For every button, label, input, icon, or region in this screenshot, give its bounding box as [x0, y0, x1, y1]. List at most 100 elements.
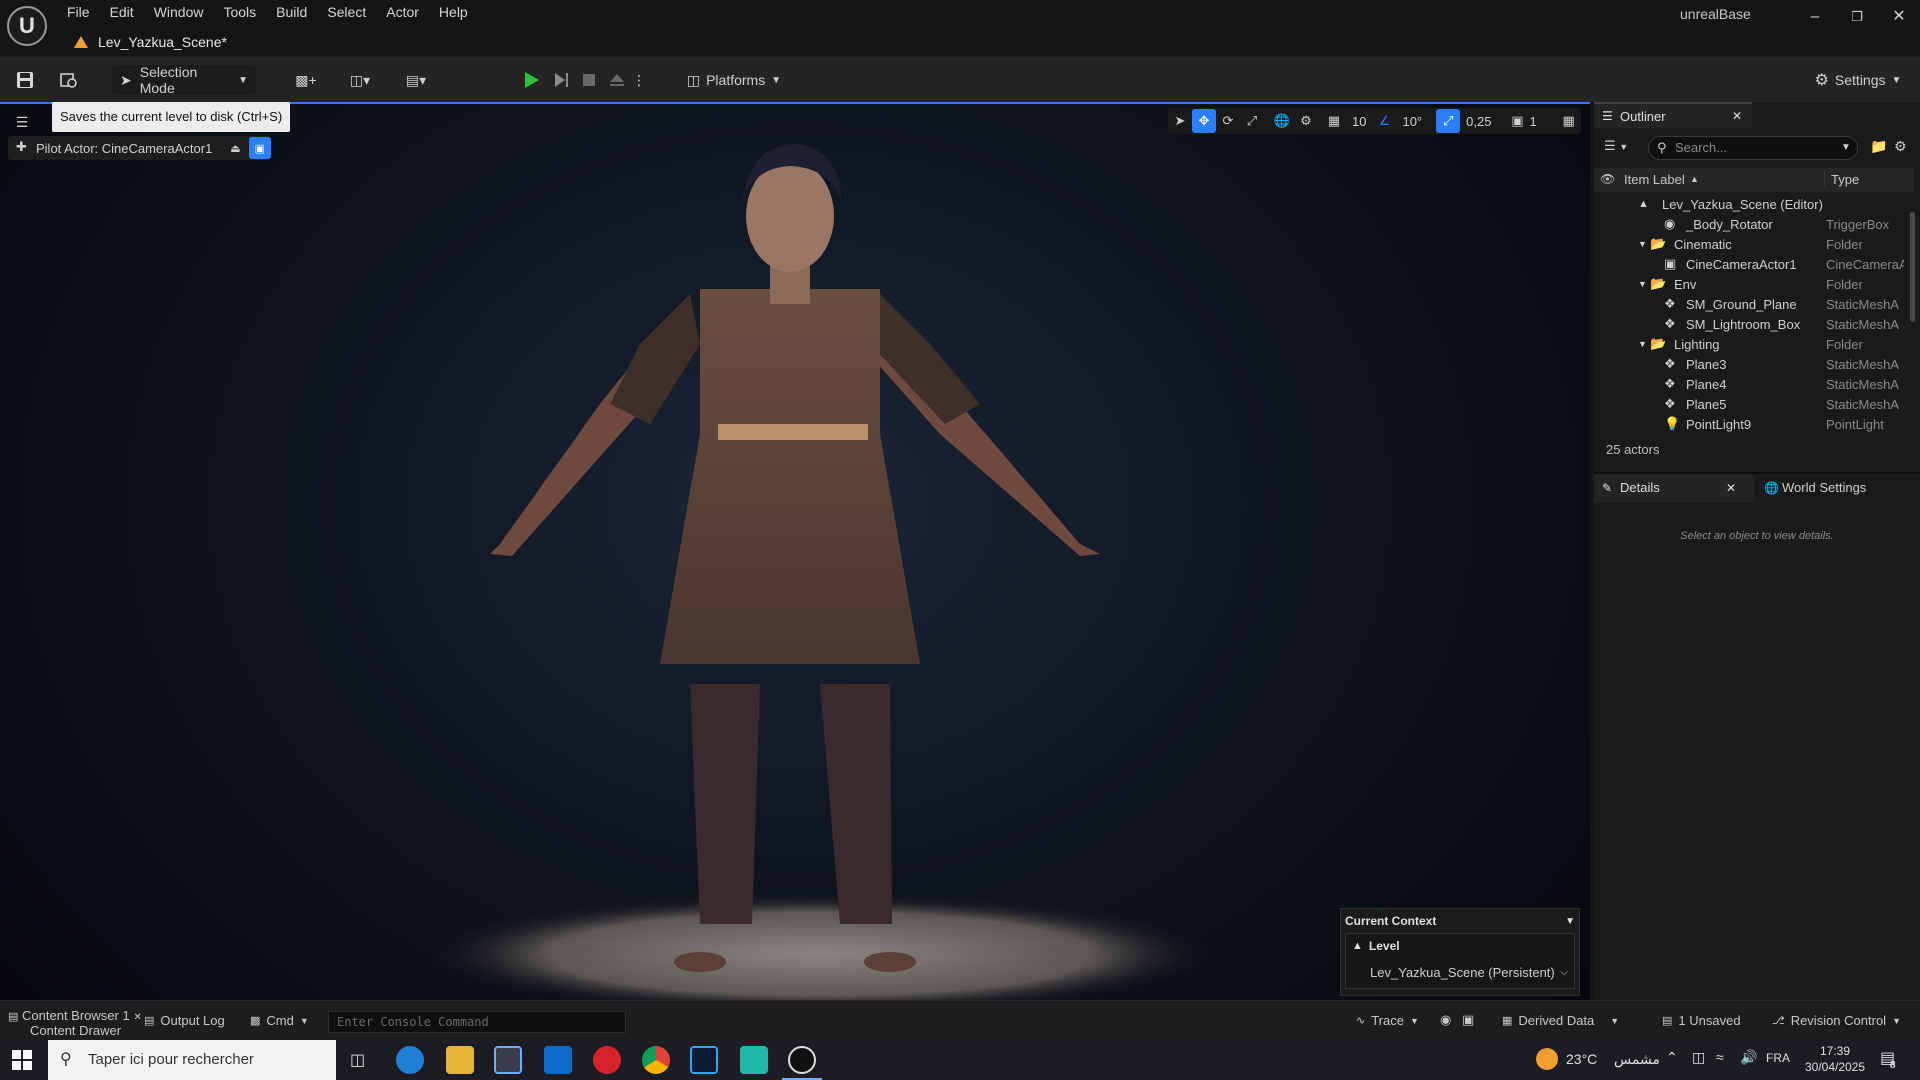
- context-level-dropdown[interactable]: Lev_Yazkua_Scene (Persistent) ⌵: [1346, 958, 1574, 986]
- list-item[interactable]: ▼ 📂 Env Folder: [1594, 274, 1902, 294]
- chevron-down-icon[interactable]: ▼: [1638, 339, 1647, 349]
- list-item[interactable]: ▼ 📂 Cinematic Folder: [1594, 234, 1902, 254]
- cmd-dropdown[interactable]: ▩ Cmd ▼: [250, 1013, 309, 1028]
- chevron-down-icon[interactable]: ▼: [1565, 916, 1575, 927]
- list-item[interactable]: ❖ Plane4 StaticMeshA: [1594, 374, 1902, 394]
- close-icon[interactable]: ✕: [133, 1012, 141, 1023]
- list-item[interactable]: ▣ CineCameraActor1 CineCameraA: [1594, 254, 1904, 274]
- revision-control-dropdown[interactable]: ⎇ Revision Control ▼: [1772, 1013, 1901, 1028]
- list-item[interactable]: ◉ _Body_Rotator TriggerBox: [1594, 214, 1902, 234]
- add-folder-icon[interactable]: 📁: [1870, 138, 1887, 155]
- menu-help[interactable]: Help: [429, 0, 478, 24]
- chevron-down-icon[interactable]: ▼: [1638, 279, 1647, 289]
- outliner-search-input[interactable]: ⚲ Search... ▼: [1648, 136, 1858, 160]
- visibility-icon[interactable]: 👁: [1600, 172, 1615, 186]
- file-explorer-icon[interactable]: [446, 1046, 474, 1074]
- derived-data-dropdown[interactable]: ▦ Derived Data ▼: [1502, 1013, 1619, 1028]
- close-window-button[interactable]: ✕: [1879, 2, 1919, 32]
- list-item[interactable]: ❖ Plane3 StaticMeshA: [1594, 354, 1902, 374]
- list-item[interactable]: ❖ SM_Ground_Plane StaticMeshA: [1594, 294, 1902, 314]
- select-tool-icon[interactable]: ➤: [1168, 109, 1192, 133]
- settings-dropdown[interactable]: ⚙ Settings ▼: [1812, 65, 1904, 95]
- chrome-icon[interactable]: [642, 1046, 670, 1074]
- menu-file[interactable]: File: [57, 0, 100, 24]
- camera-speed-icon[interactable]: ▣: [1505, 109, 1529, 133]
- record-icon[interactable]: ◉: [1440, 1012, 1451, 1028]
- edge-icon[interactable]: [396, 1046, 424, 1074]
- chevron-up-icon[interactable]: ⌃: [1666, 1049, 1678, 1066]
- output-log-button[interactable]: ▤ Output Log: [144, 1013, 225, 1028]
- unsaved-button[interactable]: ▤ 1 Unsaved: [1662, 1013, 1741, 1028]
- blueprint-button[interactable]: ◫▾: [340, 65, 380, 95]
- scale-tool-icon[interactable]: ⤢: [1240, 109, 1264, 133]
- tab-details[interactable]: ✎ Details ✕: [1594, 474, 1754, 502]
- device-icon[interactable]: ◫: [1692, 1049, 1705, 1066]
- translate-tool-icon[interactable]: ✥: [1192, 109, 1216, 133]
- menu-select[interactable]: Select: [317, 0, 376, 24]
- volume-icon[interactable]: 🔊: [1740, 1049, 1757, 1066]
- rotate-tool-icon[interactable]: ⟳: [1216, 109, 1240, 133]
- menu-window[interactable]: Window: [144, 0, 214, 24]
- content-drawer-button[interactable]: ▤ Content Browser 1 ✕ Content Drawer: [8, 1009, 142, 1037]
- selection-mode-dropdown[interactable]: ➤ Selection Mode ▼: [112, 64, 256, 96]
- menu-build[interactable]: Build: [266, 0, 317, 24]
- level-tab[interactable]: Lev_Yazkua_Scene*: [66, 28, 241, 56]
- list-item[interactable]: ▼ 📂 Lighting Folder: [1594, 334, 1902, 354]
- maya-icon[interactable]: [740, 1046, 768, 1074]
- grid-snap-value[interactable]: 10: [1346, 114, 1372, 129]
- menu-tools[interactable]: Tools: [213, 0, 266, 24]
- column-item-label[interactable]: Item Label: [1624, 172, 1685, 187]
- stop-button[interactable]: [576, 65, 602, 95]
- advance-frame-button[interactable]: [548, 65, 574, 95]
- scale-snap-value[interactable]: 0,25: [1460, 114, 1497, 129]
- list-item[interactable]: ❖ Plane5 StaticMeshA: [1594, 394, 1902, 414]
- eject-pilot-button[interactable]: ⏏: [222, 142, 248, 155]
- console-input[interactable]: Enter Console Command: [328, 1011, 626, 1033]
- clock[interactable]: 17:39 30/04/2025: [1800, 1043, 1870, 1075]
- screenshot-icon[interactable]: ▣: [1462, 1012, 1474, 1028]
- minimize-button[interactable]: –: [1795, 2, 1835, 32]
- grid-snap-icon[interactable]: ▦: [1322, 109, 1346, 133]
- taskbar-search-input[interactable]: ⚲ Taper ici pour rechercher: [48, 1040, 336, 1080]
- level-viewport[interactable]: ☰: [0, 102, 1590, 1000]
- cinematics-button[interactable]: ▤▾: [396, 65, 436, 95]
- rotation-snap-icon[interactable]: ∠: [1372, 109, 1396, 133]
- unreal-taskbar-icon[interactable]: [788, 1046, 816, 1074]
- menu-edit[interactable]: Edit: [100, 0, 144, 24]
- filter-button[interactable]: ☰ ▼: [1604, 138, 1628, 154]
- store-icon[interactable]: [494, 1046, 522, 1074]
- gear-icon[interactable]: ⚙: [1894, 138, 1907, 155]
- add-actor-button[interactable]: ▩+: [286, 65, 326, 95]
- unreal-logo-icon[interactable]: U: [7, 6, 47, 46]
- trace-dropdown[interactable]: ∿ Trace ▼: [1356, 1013, 1419, 1028]
- task-view-icon[interactable]: ◫: [350, 1050, 365, 1070]
- maximize-viewport-icon[interactable]: ▦: [1557, 109, 1581, 133]
- camera-toggle-button[interactable]: ▣: [248, 137, 271, 159]
- wifi-icon[interactable]: ≈: [1716, 1049, 1724, 1065]
- viewport-menu-button[interactable]: ☰: [12, 112, 32, 132]
- tab-outliner[interactable]: ☰ Outliner ✕: [1594, 102, 1752, 128]
- outliner-scrollbar[interactable]: [1910, 212, 1915, 322]
- rotation-snap-value[interactable]: 10°: [1396, 114, 1428, 129]
- scale-snap-icon[interactable]: ⤢: [1436, 109, 1461, 133]
- camera-speed-value[interactable]: 1: [1529, 114, 1542, 129]
- list-item[interactable]: 💡 PointLight9 PointLight: [1594, 414, 1902, 434]
- play-options-button[interactable]: ⋮: [632, 65, 646, 95]
- column-type[interactable]: Type: [1824, 172, 1859, 187]
- chevron-down-icon[interactable]: ▼: [1638, 239, 1647, 249]
- menu-actor[interactable]: Actor: [376, 0, 429, 24]
- outlook-icon[interactable]: [544, 1046, 572, 1074]
- close-icon[interactable]: ✕: [1726, 474, 1736, 502]
- platforms-dropdown[interactable]: ◫ Platforms ▼: [684, 65, 784, 95]
- tab-world-settings[interactable]: 🌐 World Settings: [1756, 474, 1920, 502]
- windows-start-icon[interactable]: [12, 1050, 32, 1073]
- list-item[interactable]: ▲ Lev_Yazkua_Scene (Editor): [1594, 194, 1902, 214]
- browse-level-button[interactable]: [54, 65, 84, 95]
- list-item[interactable]: ❖ SM_Lightroom_Box StaticMeshA: [1594, 314, 1902, 334]
- language-indicator[interactable]: FRA: [1766, 1051, 1790, 1065]
- world-space-icon[interactable]: 🌐: [1270, 109, 1294, 133]
- close-icon[interactable]: ✕: [1732, 109, 1742, 123]
- play-button[interactable]: [518, 65, 544, 95]
- photoshop-icon[interactable]: [690, 1046, 718, 1074]
- restore-button[interactable]: ❐: [1837, 2, 1877, 32]
